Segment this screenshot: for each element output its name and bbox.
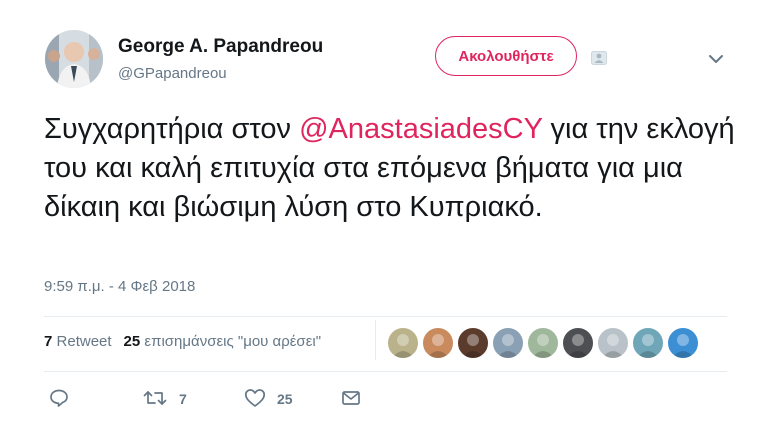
retweet-button[interactable]: 7	[143, 388, 203, 412]
man-dark-avatar[interactable]	[562, 327, 594, 359]
divider-top	[44, 316, 727, 317]
reply-icon	[50, 389, 68, 407]
envelope-icon	[342, 391, 360, 405]
retweet-icon	[143, 391, 167, 405]
default-avatar[interactable]	[492, 327, 524, 359]
direct-message-button[interactable]	[341, 388, 361, 412]
seal-avatar[interactable]	[387, 327, 419, 359]
retweet-stat[interactable]: 7 Retweet	[44, 333, 112, 350]
beach-avatar[interactable]	[667, 327, 699, 359]
figures-avatar[interactable]	[527, 327, 559, 359]
divider-bottom	[44, 371, 727, 372]
like-count: 25	[277, 391, 293, 407]
follow-button[interactable]: Ακολουθήστε	[435, 36, 577, 76]
tweet-timestamp[interactable]: 9:59 π.μ. - 4 Φεβ 2018	[44, 278, 195, 295]
author-name[interactable]: George A. Papandreou	[118, 36, 323, 58]
retweet-count: 7	[179, 391, 187, 407]
author-handle[interactable]: @GPapandreou	[118, 65, 227, 82]
chevron-down-icon[interactable]	[708, 52, 724, 64]
tweet-text-start: Συγχαρητήρια στον	[44, 113, 300, 145]
reply-button[interactable]	[49, 388, 69, 412]
stats-separator	[375, 320, 376, 360]
like-stat[interactable]: 25 επισημάνσεις "μου αρέσει"	[124, 333, 322, 350]
landscape-avatar[interactable]	[632, 327, 664, 359]
man-avatar[interactable]	[457, 327, 489, 359]
like-button[interactable]: 25	[244, 388, 304, 412]
woman-avatar[interactable]	[422, 327, 454, 359]
tweet-text: Συγχαρητήρια στον @AnastasiadesCY για τη…	[44, 110, 744, 227]
blocked-user-icon	[591, 51, 607, 65]
mention-link[interactable]: @AnastasiadesCY	[299, 113, 542, 145]
engagement-stats: 7 Retweet 25 επισημάνσεις "μου αρέσει"	[44, 333, 321, 350]
author-avatar[interactable]	[45, 30, 103, 88]
heart-icon	[244, 389, 266, 407]
man-grey-avatar[interactable]	[597, 327, 629, 359]
